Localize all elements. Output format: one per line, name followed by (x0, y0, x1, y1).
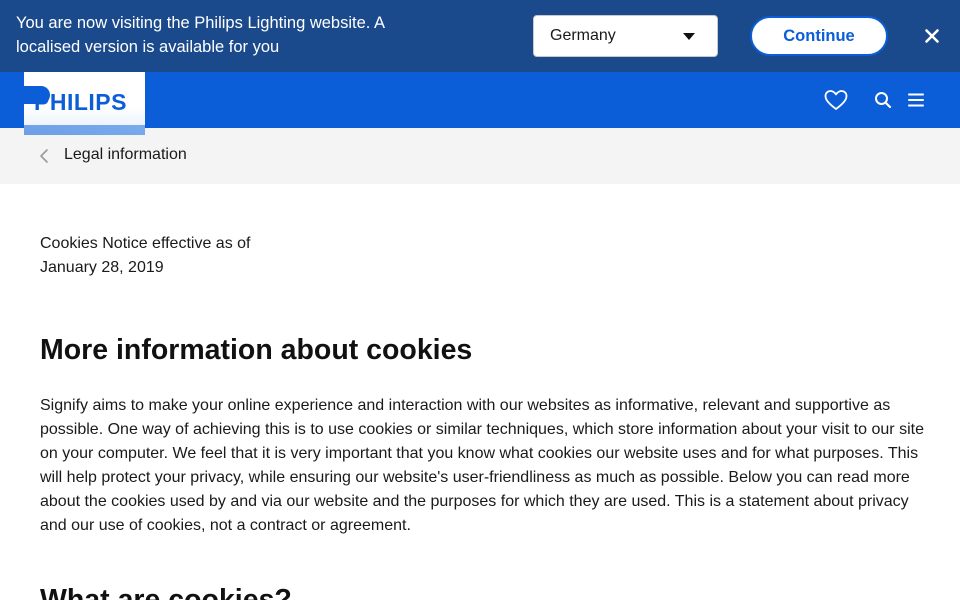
breadcrumb: Legal information (0, 128, 960, 184)
main-content: Cookies Notice effective as of January 2… (40, 232, 925, 600)
menu-icon (908, 93, 924, 107)
close-banner-button[interactable] (917, 21, 947, 51)
intro-paragraph: Signify aims to make your online experie… (40, 397, 924, 534)
section-heading-more-information: More information about cookies (40, 334, 473, 366)
heart-icon (824, 90, 848, 110)
caret-down-icon (683, 33, 695, 40)
chevron-left-icon[interactable] (36, 147, 54, 165)
continue-button[interactable]: Continue (750, 16, 888, 56)
search-button[interactable] (869, 86, 897, 114)
search-icon (875, 92, 892, 109)
favorites-button[interactable] (822, 86, 850, 114)
breadcrumb-link-legal-information[interactable]: Legal information (64, 146, 187, 164)
edge-tab[interactable] (0, 86, 50, 104)
locale-banner: You are now visiting the Philips Lightin… (0, 0, 960, 72)
menu-button[interactable] (902, 86, 930, 114)
country-select[interactable]: Germany (533, 15, 718, 57)
locale-message: You are now visiting the Philips Lightin… (16, 14, 385, 56)
close-icon (925, 29, 939, 43)
effective-date-note: Cookies Notice effective as of January 2… (40, 235, 251, 276)
country-select-value: Germany (550, 27, 616, 44)
section-heading-what-are-cookies: What are cookies? (40, 584, 292, 600)
